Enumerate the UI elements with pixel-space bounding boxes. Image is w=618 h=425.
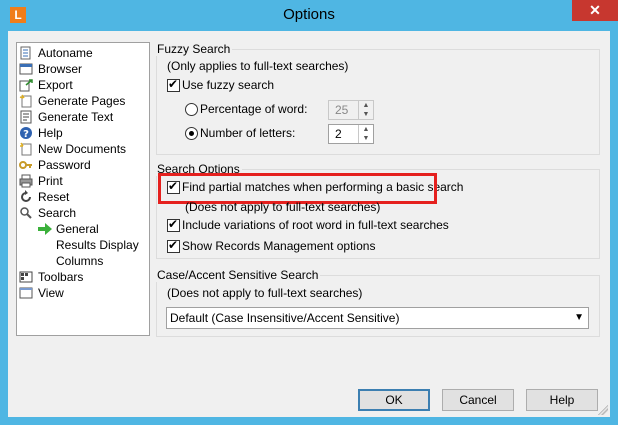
percentage-spin-buttons[interactable]: ▲ ▼ bbox=[358, 101, 373, 119]
case-accent-group-label: Case/Accent Sensitive Search bbox=[155, 268, 321, 282]
new-documents-icon bbox=[20, 142, 32, 156]
tree-item-label: New Documents bbox=[38, 142, 127, 156]
tree-item-label: Browser bbox=[38, 62, 83, 76]
percentage-spinner[interactable]: 25 ▲ ▼ bbox=[328, 100, 374, 120]
tree-item-label: Password bbox=[38, 158, 91, 172]
percentage-label: Percentage of word: bbox=[200, 102, 308, 116]
percentage-value: 25 bbox=[335, 103, 349, 117]
use-fuzzy-label: Use fuzzy search bbox=[182, 78, 275, 92]
use-fuzzy-checkbox[interactable] bbox=[167, 77, 180, 92]
search-icon bbox=[20, 207, 32, 219]
green-arrow-icon bbox=[38, 223, 52, 235]
case-accent-note: (Does not apply to full-text searches) bbox=[167, 286, 363, 300]
tree-item-label: Generate Text bbox=[38, 110, 114, 124]
browser-icon bbox=[19, 63, 33, 75]
autoname-icon bbox=[20, 46, 31, 60]
percentage-radio[interactable] bbox=[185, 103, 198, 116]
help-button[interactable]: Help bbox=[526, 389, 598, 411]
case-accent-select[interactable]: Default (Case Insensitive/Accent Sensiti… bbox=[166, 307, 589, 329]
generate-pages-icon bbox=[19, 94, 32, 108]
resize-grip[interactable] bbox=[598, 405, 608, 415]
tree-item-label: View bbox=[38, 286, 64, 300]
spin-down-icon[interactable]: ▼ bbox=[359, 110, 373, 119]
cancel-button[interactable]: Cancel bbox=[442, 389, 514, 411]
letters-label: Number of letters: bbox=[200, 126, 296, 140]
tree-item-label: Search bbox=[38, 206, 77, 220]
tree-item-label: Help bbox=[38, 126, 63, 140]
variations-checkbox[interactable] bbox=[167, 217, 180, 232]
print-icon bbox=[19, 174, 33, 188]
tree-item-label: General bbox=[56, 222, 99, 236]
generate-text-icon bbox=[20, 110, 32, 124]
svg-text:?: ? bbox=[23, 129, 29, 140]
records-management-checkbox[interactable] bbox=[167, 238, 180, 253]
options-tree: Autoname Browser Export Generate Pages G… bbox=[16, 42, 150, 336]
records-management-label: Show Records Management options bbox=[182, 239, 376, 253]
title-bar: L Options ✕ bbox=[0, 0, 618, 31]
spin-up-icon[interactable]: ▲ bbox=[359, 101, 373, 110]
tree-item-label: Toolbars bbox=[38, 270, 84, 284]
window-title: Options bbox=[283, 6, 335, 23]
spin-up-icon[interactable]: ▲ bbox=[359, 125, 373, 134]
letters-spinner[interactable]: 2 ▲ ▼ bbox=[328, 124, 374, 144]
toolbars-icon bbox=[19, 271, 33, 283]
variations-label: Include variations of root word in full-… bbox=[182, 218, 449, 232]
tree-item-label: Export bbox=[38, 78, 73, 92]
letters-value: 2 bbox=[335, 127, 342, 141]
export-icon bbox=[19, 79, 33, 92]
case-accent-value: Default (Case Insensitive/Accent Sensiti… bbox=[170, 311, 400, 325]
tree-item-label: Columns bbox=[56, 254, 104, 268]
spin-down-icon[interactable]: ▼ bbox=[359, 134, 373, 143]
tree-item-label: Print bbox=[38, 174, 63, 188]
fuzzy-search-group-label: Fuzzy Search bbox=[155, 42, 233, 56]
fuzzy-note: (Only applies to full-text searches) bbox=[167, 59, 349, 73]
tree-item-label: Generate Pages bbox=[38, 94, 126, 108]
dialog-body: Autoname Browser Export Generate Pages G… bbox=[8, 31, 610, 417]
ok-button[interactable]: OK bbox=[358, 389, 430, 411]
tree-item-label: Autoname bbox=[38, 46, 93, 60]
password-icon bbox=[19, 161, 32, 169]
tree-item-label: Reset bbox=[38, 190, 70, 204]
letters-spin-buttons[interactable]: ▲ ▼ bbox=[358, 125, 373, 143]
reset-icon bbox=[21, 190, 31, 202]
tree-item-label: Results Display bbox=[56, 238, 139, 252]
help-icon: ? bbox=[20, 127, 32, 140]
letters-radio[interactable] bbox=[185, 127, 198, 140]
view-icon bbox=[19, 287, 33, 299]
close-button[interactable]: ✕ bbox=[572, 0, 618, 21]
chevron-down-icon[interactable]: ▼ bbox=[574, 310, 584, 326]
partial-matches-note: (Does not apply to full-text searches) bbox=[185, 200, 381, 214]
